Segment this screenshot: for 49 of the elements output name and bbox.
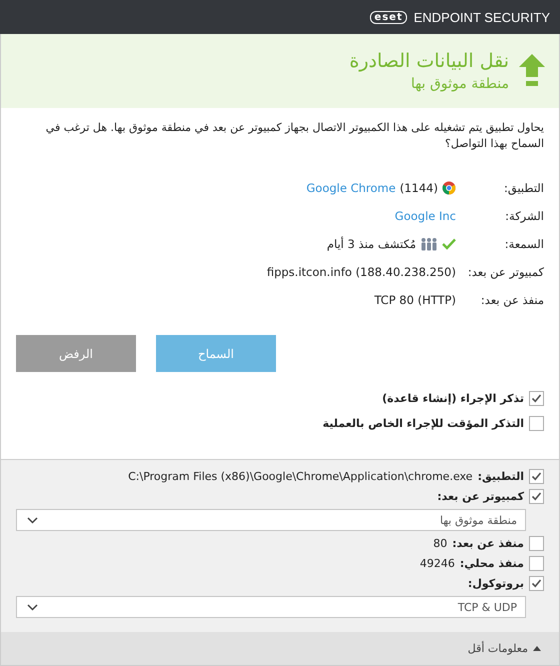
check-icon	[531, 393, 542, 404]
company-link[interactable]: Google Inc	[394, 209, 456, 223]
detail-label: كمبيوتر عن بعد:	[466, 265, 544, 279]
checkbox-label: بروتوكول:	[468, 577, 524, 590]
checkbox[interactable]	[529, 576, 544, 591]
detail-label: التطبيق:	[502, 181, 544, 195]
detail-value: fipps.itcon.info (188.40.238.250)	[266, 265, 456, 279]
check-icon	[531, 471, 542, 482]
people-icon	[420, 237, 438, 251]
checkbox-label: التطبيق:	[478, 470, 524, 483]
detail-label: السمعة:	[504, 237, 544, 251]
checkbox[interactable]	[529, 416, 544, 431]
checkbox-label: منفذ محلي:	[460, 557, 524, 570]
detail-label: منفذ عن بعد:	[480, 293, 544, 307]
checkbox-label: منفذ عن بعد:	[452, 537, 524, 550]
detail-label: الشركة:	[504, 209, 544, 223]
dialog-title: نقل البيانات الصادرة	[349, 48, 509, 72]
message-text: يحاول تطبيق يتم تشغيله على هذا الكمبيوتر الاتصال بجهاز كمبيوتر عن بعد في منطقة موثوق بها. هل ترغب في السماح بهذا التواصل؟	[44, 120, 544, 152]
rule-value: 49246	[420, 557, 455, 570]
dropdown[interactable]: منطقة موثوق بها	[16, 509, 526, 531]
allow-button[interactable]: السماح	[156, 335, 276, 372]
reputation-text: مُكتشف منذ 3 أيام	[326, 237, 416, 251]
checkbox[interactable]	[529, 536, 544, 551]
checkbox[interactable]	[529, 556, 544, 571]
rule-value: C:\Program Files (x86)\Google\Chrome\Application\chrome.exe	[128, 470, 473, 483]
caret-up-icon	[533, 646, 541, 651]
deny-button[interactable]: الرفض	[16, 335, 136, 372]
chevron-down-icon	[27, 516, 38, 524]
detail-value: TCP 80 (HTTP)	[374, 293, 456, 307]
check-icon	[531, 491, 542, 502]
checkbox-label: كمبيوتر عن بعد:	[437, 490, 524, 503]
check-icon	[442, 238, 456, 250]
process-id: (1144)	[400, 181, 438, 195]
checkbox-label: تذكر الإجراء (إنشاء قاعدة)	[382, 392, 524, 405]
checkbox[interactable]	[529, 391, 544, 406]
dialog-subtitle: منطقة موثوق بها	[410, 74, 509, 94]
rule-value: 80	[433, 537, 448, 550]
chevron-down-icon	[27, 604, 38, 610]
app-link[interactable]: Google Chrome	[306, 181, 396, 195]
logo: eset	[370, 10, 407, 24]
product-name: ENDPOINT SECURITY	[414, 10, 550, 24]
check-icon	[531, 578, 542, 589]
dropdown[interactable]: TCP & UDP	[16, 596, 526, 618]
checkbox[interactable]	[529, 469, 544, 484]
checkbox-label: التذكر المؤقت للإجراء الخاص بالعملية	[322, 417, 524, 430]
less-info-link[interactable]: معلومات أقل	[468, 642, 528, 655]
checkbox[interactable]	[529, 489, 544, 504]
browser-icon	[442, 181, 456, 195]
upload-arrow-icon	[519, 54, 545, 88]
